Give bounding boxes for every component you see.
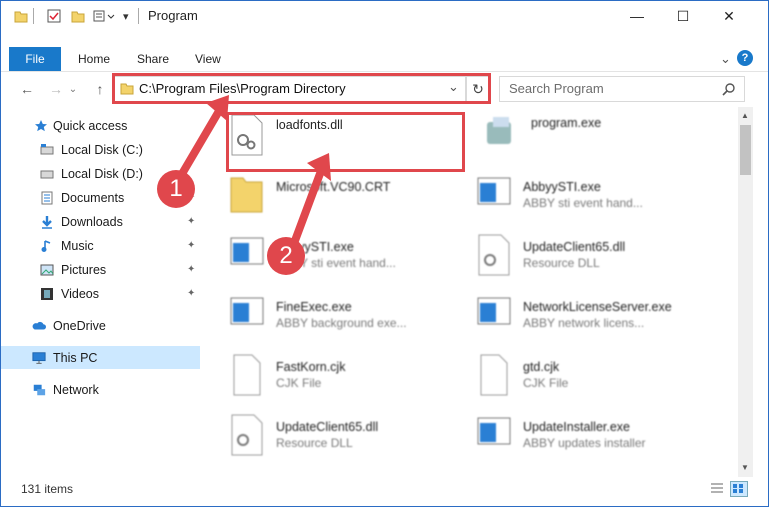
explorer-window: ▾ Program — ☐ ✕ File Home Share View ⌄ ?… [0, 0, 769, 507]
annotation-badge-2: 2 [267, 237, 305, 275]
annotation-badge-1: 1 [157, 170, 195, 208]
annotation-arrows [175, 95, 331, 250]
